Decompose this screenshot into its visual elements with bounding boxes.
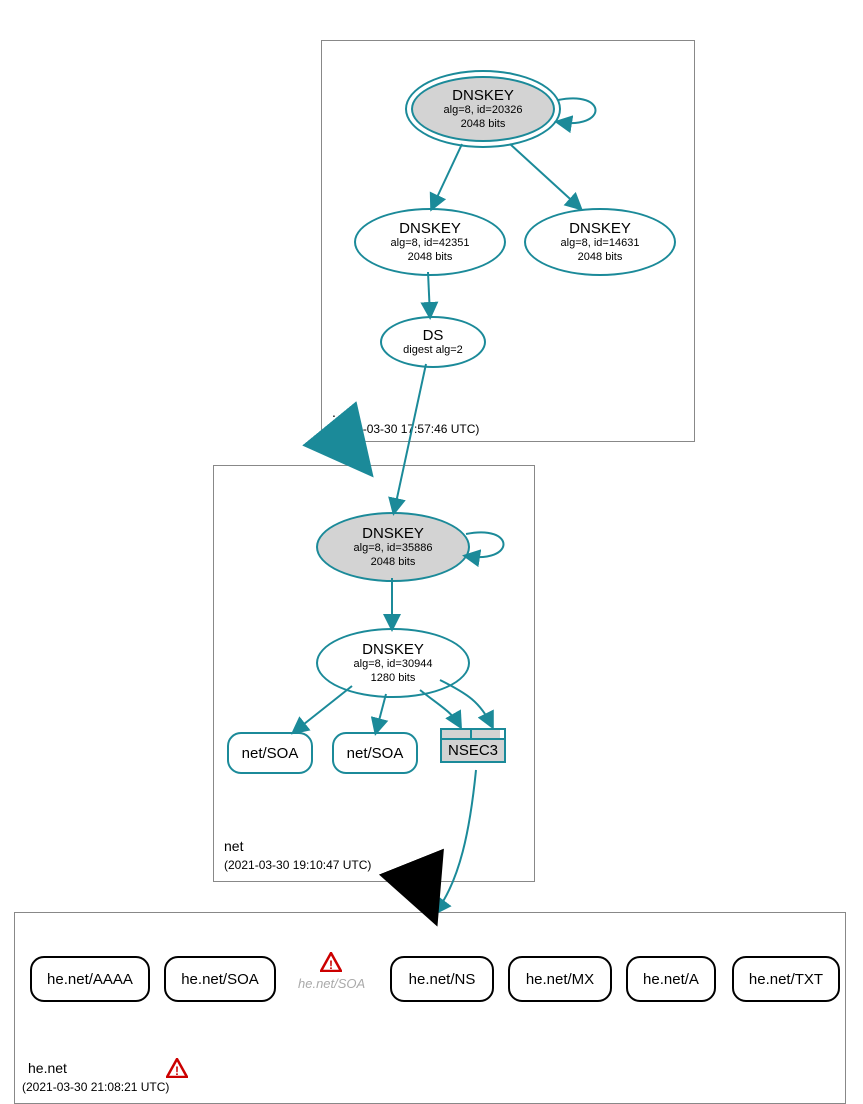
- root-zsk1-l1: alg=8, id=42351: [391, 237, 470, 250]
- zone-henet: [14, 912, 846, 1104]
- root-zsk2: DNSKEY alg=8, id=14631 2048 bits: [524, 208, 676, 276]
- svg-text:!: !: [175, 1064, 179, 1078]
- net-zsk-title: DNSKEY: [362, 641, 424, 658]
- net-soa-2: net/SOA: [332, 732, 418, 774]
- henet-ns: he.net/NS: [390, 956, 494, 1002]
- zone-henet-label: he.net: [28, 1060, 67, 1076]
- henet-rec-2: he.net/NS: [409, 971, 476, 988]
- svg-text:!: !: [329, 958, 333, 972]
- net-nsec3: NSEC3: [440, 728, 506, 763]
- zone-net-label: net: [224, 838, 243, 854]
- root-zsk1-l2: 2048 bits: [408, 251, 453, 264]
- net-ksk-l2: 2048 bits: [371, 556, 416, 569]
- net-ksk-title: DNSKEY: [362, 525, 424, 542]
- net-soa-1-label: net/SOA: [242, 745, 299, 762]
- warning-icon-zone: !: [166, 1058, 188, 1083]
- net-ksk-l1: alg=8, id=35886: [354, 542, 433, 555]
- zone-root-label: .: [332, 404, 336, 420]
- root-ksk-title: DNSKEY: [452, 87, 514, 104]
- henet-aaaa: he.net/AAAA: [30, 956, 150, 1002]
- root-ksk: DNSKEY alg=8, id=20326 2048 bits: [405, 70, 561, 148]
- root-zsk2-l2: 2048 bits: [578, 251, 623, 264]
- root-zsk2-title: DNSKEY: [569, 220, 631, 237]
- henet-rec-5: he.net/TXT: [749, 971, 823, 988]
- henet-mx: he.net/MX: [508, 956, 612, 1002]
- nsec3-label: NSEC3: [448, 742, 498, 759]
- henet-a: he.net/A: [626, 956, 716, 1002]
- zone-root-ts: (2021-03-30 17:57:46 UTC): [332, 422, 479, 436]
- ds-title: DS: [423, 327, 444, 344]
- ds-l1: digest alg=2: [403, 344, 463, 357]
- net-soa-2-label: net/SOA: [347, 745, 404, 762]
- henet-rec-1: he.net/SOA: [181, 971, 259, 988]
- root-zsk1: DNSKEY alg=8, id=42351 2048 bits: [354, 208, 506, 276]
- root-zsk1-title: DNSKEY: [399, 220, 461, 237]
- henet-soa-faded: he.net/SOA: [298, 976, 365, 991]
- root-zsk2-l1: alg=8, id=14631: [561, 237, 640, 250]
- net-ksk: DNSKEY alg=8, id=35886 2048 bits: [316, 512, 470, 582]
- henet-rec-3: he.net/MX: [526, 971, 594, 988]
- henet-rec-4: he.net/A: [643, 971, 699, 988]
- net-zsk-l1: alg=8, id=30944: [354, 658, 433, 671]
- zone-net-ts: (2021-03-30 19:10:47 UTC): [224, 858, 371, 872]
- henet-soa: he.net/SOA: [164, 956, 276, 1002]
- net-soa-1: net/SOA: [227, 732, 313, 774]
- warning-icon-soa: !: [320, 952, 342, 977]
- root-ksk-l2: 2048 bits: [461, 118, 506, 131]
- zone-henet-ts: (2021-03-30 21:08:21 UTC): [22, 1080, 169, 1094]
- henet-rec-0: he.net/AAAA: [47, 971, 133, 988]
- root-ksk-l1: alg=8, id=20326: [444, 104, 523, 117]
- root-ds: DS digest alg=2: [380, 316, 486, 368]
- henet-txt: he.net/TXT: [732, 956, 840, 1002]
- net-zsk-l2: 1280 bits: [371, 672, 416, 685]
- net-zsk: DNSKEY alg=8, id=30944 1280 bits: [316, 628, 470, 698]
